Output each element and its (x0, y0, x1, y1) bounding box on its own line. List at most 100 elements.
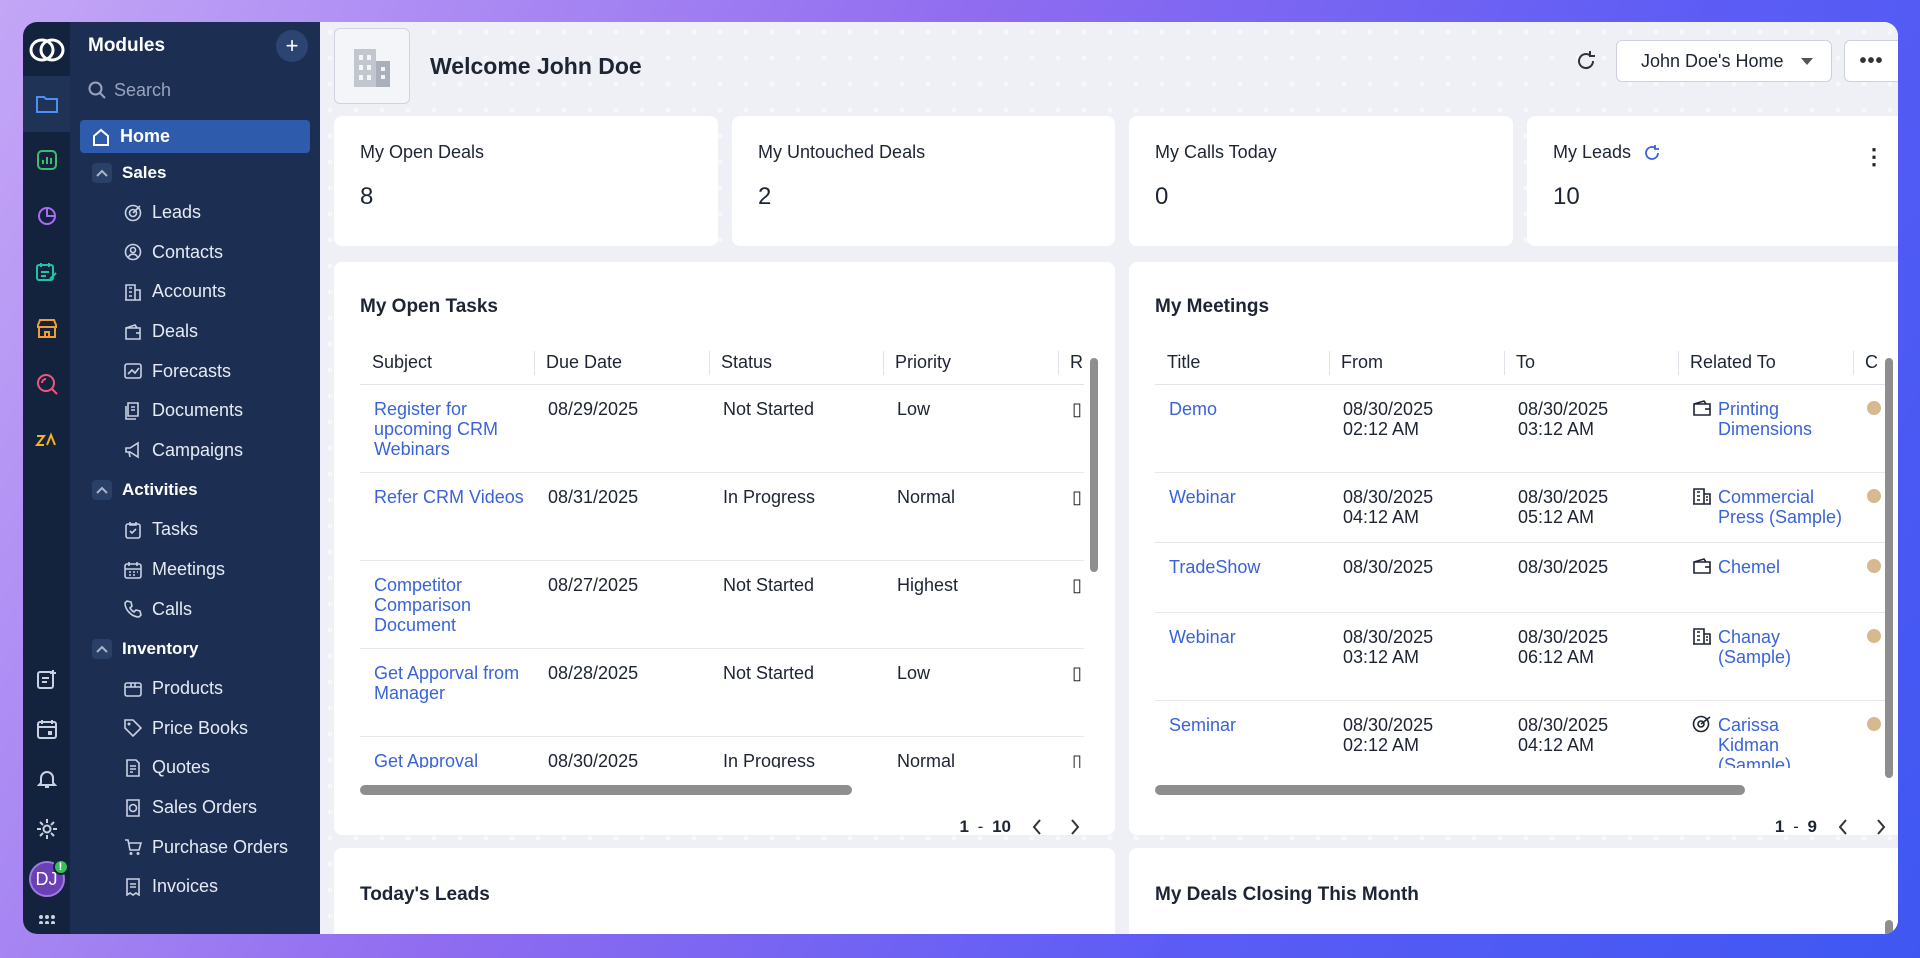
page-end: 9 (1807, 817, 1817, 835)
module-search[interactable]: Search (88, 70, 310, 110)
column-header[interactable]: Priority (883, 342, 1058, 385)
user-avatar[interactable]: DJ ! (23, 854, 70, 904)
meeting-from: 08/30/2025 02:12 AM (1329, 384, 1504, 473)
page-start: 1 (959, 817, 969, 835)
group-label: Sales (122, 163, 167, 182)
refresh-icon[interactable] (1643, 144, 1661, 162)
group-activities[interactable]: Activities (70, 470, 320, 510)
search-input[interactable]: Search (114, 80, 171, 101)
horizontal-scrollbar[interactable] (360, 785, 852, 795)
planner-icon[interactable] (23, 244, 70, 300)
sidebar-item-contacts[interactable]: Contacts (70, 233, 320, 273)
task-subject-link[interactable]: Competitor Comparison Document (360, 560, 534, 649)
prev-page-icon[interactable] (1831, 815, 1855, 835)
marketplace-store-icon[interactable] (23, 300, 70, 356)
column-header[interactable]: To (1504, 342, 1678, 385)
table-header-row: Subject Due Date Status Priority R (360, 342, 1084, 385)
column-header[interactable]: Status (709, 342, 883, 385)
sidebar-item-sales-orders[interactable]: Sales Orders (70, 788, 320, 828)
related-to-link[interactable]: Carissa Kidman (Sample) (1718, 715, 1843, 769)
next-page-icon[interactable] (1869, 815, 1893, 835)
prev-page-icon[interactable] (1025, 815, 1049, 835)
meeting-title-link[interactable]: TradeShow (1155, 542, 1329, 613)
sidebar-item-quotes[interactable]: Quotes (70, 748, 320, 788)
analytics-icon[interactable] (23, 132, 70, 188)
column-header[interactable]: R (1058, 342, 1084, 385)
kpi-calls-today[interactable]: My Calls Today 0 (1129, 116, 1513, 246)
new-record-icon[interactable] (23, 654, 70, 704)
related-to-link[interactable]: Chemel (1718, 557, 1780, 579)
kpi-untouched-deals[interactable]: My Untouched Deals 2 (732, 116, 1115, 246)
apps-grid-icon[interactable] (23, 904, 70, 934)
sidebar-item-accounts[interactable]: Accounts (70, 272, 320, 312)
group-sales[interactable]: Sales (70, 153, 320, 193)
modules-folder-icon[interactable] (23, 76, 70, 132)
kpi-open-deals[interactable]: My Open Deals 8 (334, 116, 718, 246)
search-icon (88, 81, 106, 99)
sidebar-item-invoices[interactable]: Invoices (70, 867, 320, 907)
column-header[interactable]: Related To (1678, 342, 1853, 385)
sidebar-item-label: Meetings (152, 559, 226, 580)
task-subject-link[interactable]: Refer CRM Videos (360, 472, 534, 561)
meeting-title-link[interactable]: Demo (1155, 384, 1329, 473)
column-header[interactable]: Due Date (534, 342, 709, 385)
home-view-select[interactable]: John Doe's Home (1616, 40, 1832, 82)
more-options-button[interactable]: ••• (1844, 40, 1898, 82)
sidebar-item-label: Contacts (152, 241, 224, 262)
vertical-scrollbar[interactable] (1885, 358, 1893, 778)
related-to-link[interactable]: Chanay (Sample) (1718, 627, 1843, 667)
sidebar-item-deals[interactable]: Deals (70, 312, 320, 352)
settings-gear-icon[interactable] (23, 804, 70, 854)
calendar-icon[interactable] (23, 704, 70, 754)
sidebar-item-meetings[interactable]: Meetings (70, 550, 320, 590)
meeting-title-link[interactable]: Seminar (1155, 700, 1329, 768)
vertical-scrollbar[interactable] (1885, 920, 1893, 934)
home-icon (93, 128, 109, 146)
column-header[interactable]: Title (1155, 342, 1329, 385)
refresh-icon[interactable] (1568, 43, 1604, 79)
next-page-icon[interactable] (1063, 815, 1087, 835)
sidebar-item-tasks[interactable]: Tasks (70, 510, 320, 550)
building-icon (125, 284, 141, 301)
table-row: Get Apporval from Manager 08/28/2025 Not… (360, 648, 1084, 737)
task-subject-link[interactable]: Register for upcoming CRM Webinars (360, 384, 534, 473)
vertical-scrollbar[interactable] (1090, 358, 1098, 572)
sidebar-item-purchase-orders[interactable]: Purchase Orders (70, 827, 320, 867)
sidebar-item-label: Sales Orders (152, 797, 258, 818)
meeting-to: 08/30/2025 05:12 AM (1504, 472, 1678, 543)
zia-icon[interactable] (23, 412, 70, 468)
sidebar-item-calls[interactable]: Calls (70, 589, 320, 629)
related-to-link[interactable]: Printing Dimensions (1718, 399, 1843, 439)
task-subject-link[interactable]: Get Apporval from Manager (360, 648, 534, 737)
cart-icon (125, 839, 142, 856)
quotes-icon (126, 759, 140, 777)
sidebar-item-leads[interactable]: Leads (70, 193, 320, 233)
group-inventory[interactable]: Inventory (70, 629, 320, 669)
avatar: DJ ! (28, 859, 69, 897)
column-header[interactable]: From (1329, 342, 1504, 385)
kpi-label: My Leads (1553, 142, 1632, 162)
meeting-title-link[interactable]: Webinar (1155, 472, 1329, 543)
sidebar-item-forecasts[interactable]: Forecasts (70, 351, 320, 391)
kpi-my-leads[interactable]: My Leads 10 ⋮ (1527, 116, 1898, 246)
notifications-bell-icon[interactable] (23, 754, 70, 804)
task-status: Not Started (709, 648, 883, 737)
add-module-button[interactable]: + (276, 30, 308, 62)
sidebar-item-price-books[interactable]: Price Books (70, 709, 320, 749)
panel-my-meetings: My Meetings Title From To Related To C D… (1129, 262, 1898, 835)
horizontal-scrollbar[interactable] (1155, 785, 1745, 795)
task-subject-link[interactable]: Get Approval (360, 736, 534, 768)
sidebar-item-documents[interactable]: Documents (70, 391, 320, 431)
sidebar-item-campaigns[interactable]: Campaigns (70, 431, 320, 471)
sidebar-item-home[interactable]: Home (80, 120, 310, 153)
sidebar-item-products[interactable]: Products (70, 669, 320, 709)
meeting-title-link[interactable]: Webinar (1155, 612, 1329, 701)
column-header[interactable]: Subject (360, 342, 534, 385)
kebab-menu-icon[interactable]: ⋮ (1863, 144, 1885, 170)
crm-logo-icon[interactable] (27, 30, 67, 70)
reports-pie-icon[interactable] (23, 188, 70, 244)
org-logo-building-icon[interactable] (334, 28, 410, 104)
search-analytics-icon[interactable] (23, 356, 70, 412)
task-due-date: 08/29/2025 (534, 384, 709, 473)
related-to-link[interactable]: Commercial Press (Sample) (1718, 487, 1843, 527)
